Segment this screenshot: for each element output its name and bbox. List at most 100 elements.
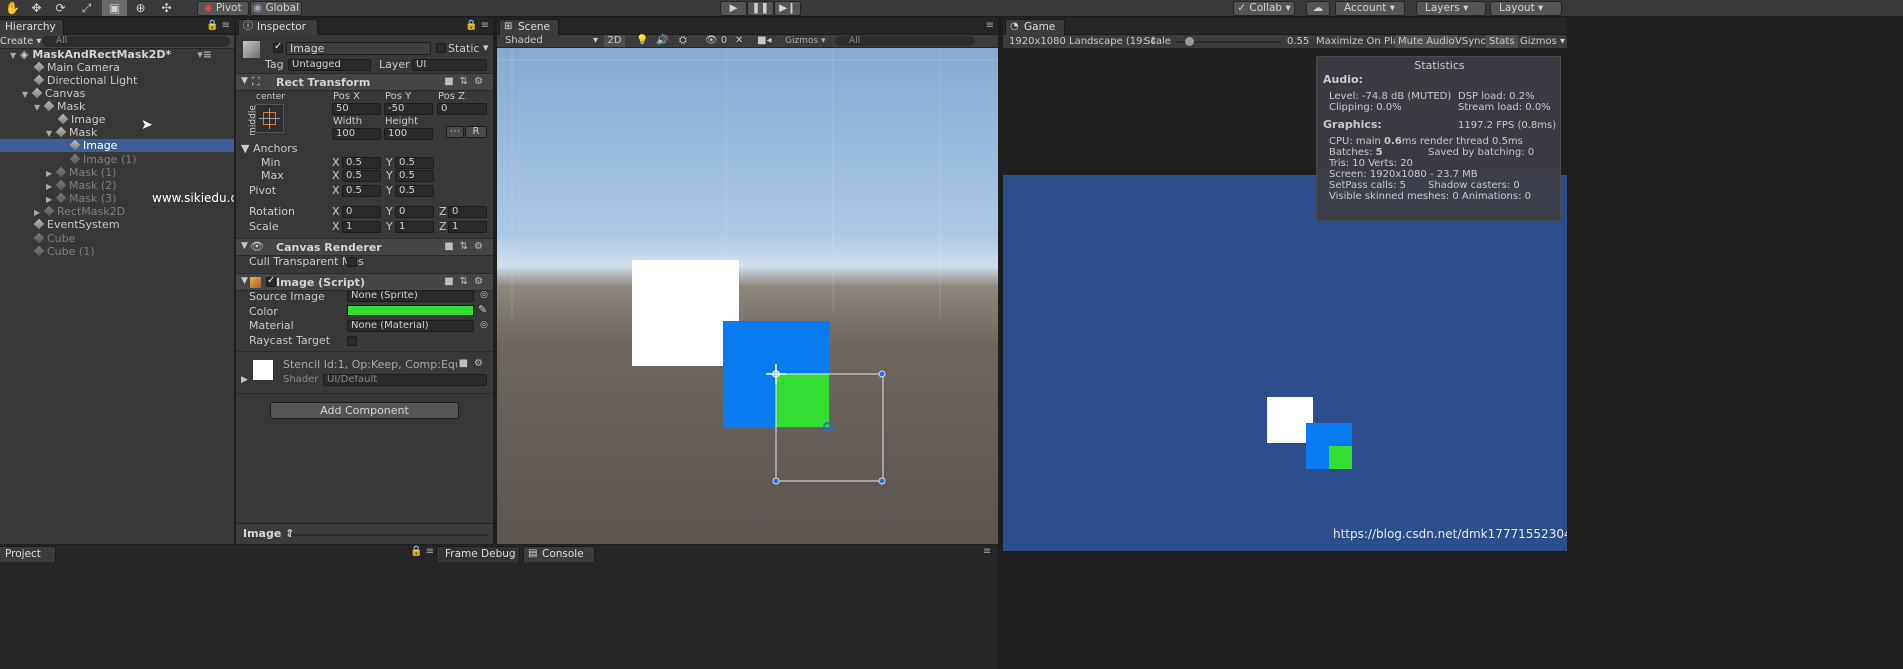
pause-button[interactable]: ❚❚ <box>747 1 774 16</box>
rect-transform-header[interactable]: ▼ ⛶ Rect Transform ■⇅⚙ <box>236 73 493 91</box>
custom-tool-icon[interactable]: ✣ <box>154 0 179 16</box>
green-image[interactable] <box>776 374 829 427</box>
hierarchy-item[interactable]: ▼ Mask <box>46 126 97 139</box>
global-toggle[interactable]: ◉ Global <box>250 1 302 16</box>
hierarchy-item-selected[interactable]: Image <box>69 139 117 152</box>
gizmos-dropdown[interactable]: Gizmos ▾ <box>785 35 826 47</box>
anchor-max-y-field[interactable]: 0.5 <box>395 170 434 182</box>
rect-handle[interactable] <box>878 370 886 378</box>
panel-menu-icon[interactable]: 🔒 ≡ <box>410 546 434 557</box>
height-field[interactable]: 100 <box>384 128 433 140</box>
active-checkbox[interactable] <box>273 41 283 53</box>
maximize-on-play-toggle[interactable]: Maximize On Play <box>1316 36 1405 48</box>
pivot-x-field[interactable]: 0.5 <box>342 185 381 197</box>
cloud-icon[interactable]: ☁ <box>1306 1 1330 16</box>
eyedropper-icon[interactable]: ✎ <box>478 303 487 316</box>
hierarchy-item[interactable]: EventSystem <box>33 218 120 231</box>
rotation-x-field[interactable]: 0 <box>342 206 381 218</box>
image-enabled-checkbox[interactable] <box>266 275 276 287</box>
tab-console[interactable]: ▤ Console <box>523 546 595 562</box>
hierarchy-item[interactable]: Image (1) <box>69 153 137 166</box>
anchor-preset-button[interactable] <box>255 104 284 133</box>
rect-handle[interactable] <box>772 477 780 485</box>
hierarchy-search-input[interactable]: All <box>42 36 230 47</box>
transform-tool-icon[interactable]: ⊕ <box>128 0 153 16</box>
canvas-renderer-header[interactable]: ▼ 👁 Canvas Renderer ■⇅⚙ <box>236 238 493 256</box>
material-field[interactable]: None (Material) <box>347 320 474 332</box>
scale-z-field[interactable]: 1 <box>448 221 487 233</box>
tools-icon[interactable]: ✕ <box>735 35 743 46</box>
object-name-field[interactable]: Image <box>286 42 431 55</box>
tag-dropdown[interactable]: Untagged <box>288 59 371 71</box>
object-picker-icon[interactable]: ◎ <box>480 289 488 302</box>
scene-viewport[interactable] <box>497 48 998 544</box>
tab-frame-debug[interactable]: Frame Debug <box>436 546 520 562</box>
hierarchy-item[interactable]: ▶ Mask (1) <box>46 166 116 179</box>
panel-menu-icon[interactable]: ≡ <box>983 546 991 557</box>
tab-game[interactable]: ◔ Game <box>1005 19 1065 35</box>
anchor-min-y-field[interactable]: 0.5 <box>395 157 434 169</box>
rotate-tool-icon[interactable]: ⟳ <box>48 0 73 16</box>
posx-field[interactable]: 50 <box>332 103 381 115</box>
play-button[interactable]: ▶ <box>720 1 747 16</box>
hierarchy-item[interactable]: ▶ RectMask2D <box>34 205 125 218</box>
rect-handle[interactable] <box>878 477 886 485</box>
white-image[interactable] <box>632 260 739 366</box>
material-foldout-icon[interactable]: ▶ <box>241 374 248 387</box>
collab-dropdown[interactable]: ✓ Collab ▾ <box>1233 1 1295 16</box>
scene-root-row[interactable]: ▼ ◈ MaskAndRectMask2D* ▾≡ <box>10 48 234 61</box>
hand-tool-icon[interactable]: ✋ <box>0 0 25 16</box>
panel-menu-icon[interactable]: 🔒 ≡ <box>206 20 230 31</box>
layer-dropdown[interactable]: UI <box>412 59 487 71</box>
component-settings-icon[interactable]: ■⇅⚙ <box>444 276 489 287</box>
game-gizmos-dropdown[interactable]: Gizmos ▾ <box>1520 36 1565 48</box>
rect-tool-icon[interactable]: ▣ <box>102 0 127 16</box>
step-button[interactable]: ▶❙ <box>774 1 801 16</box>
shading-dropdown[interactable]: Shaded ▾ <box>505 35 598 47</box>
hierarchy-item[interactable]: ▶ Mask (3) <box>46 192 116 205</box>
static-dropdown-icon[interactable]: ▾ <box>483 41 489 54</box>
effects-toggle-icon[interactable]: ⛭ <box>679 35 687 46</box>
hierarchy-item[interactable]: Directional Light <box>33 74 137 87</box>
posy-field[interactable]: -50 <box>384 103 433 115</box>
hierarchy-item[interactable]: ▼ Canvas <box>22 87 85 100</box>
image-script-header[interactable]: ▼ Image (Script) ■⇅⚙ <box>236 273 493 291</box>
posz-field[interactable]: 0 <box>437 103 487 115</box>
color-swatch[interactable] <box>347 305 474 316</box>
scene-search-input[interactable]: All <box>835 36 975 46</box>
hierarchy-item[interactable]: ▼ Mask <box>34 100 85 113</box>
tab-project[interactable]: Project <box>0 546 56 562</box>
hierarchy-item[interactable]: Main Camera <box>33 61 120 74</box>
rotation-z-field[interactable]: 0 <box>448 206 487 218</box>
source-image-field[interactable]: None (Sprite) <box>347 290 474 302</box>
resolution-dropdown[interactable]: 1920x1080 Landscape (19: ⇕ <box>1009 36 1157 48</box>
raycast-target-checkbox[interactable] <box>347 336 357 346</box>
static-checkbox[interactable] <box>436 43 446 53</box>
move-tool-icon[interactable]: ✥ <box>24 0 49 16</box>
preview-splitter[interactable] <box>291 534 488 536</box>
mute-audio-toggle[interactable]: Mute Audio <box>1395 35 1458 48</box>
audio-toggle-icon[interactable]: 🔊 <box>656 35 668 46</box>
account-dropdown[interactable]: Account ▾ <box>1335 1 1405 16</box>
anchor-max-x-field[interactable]: 0.5 <box>342 170 381 182</box>
hierarchy-item[interactable]: Image <box>57 113 105 126</box>
rotation-y-field[interactable]: 0 <box>395 206 434 218</box>
component-settings-icon[interactable]: ■⇅⚙ <box>444 76 489 87</box>
preview-label[interactable]: Image ⇕ <box>243 527 294 540</box>
lighting-toggle-icon[interactable]: 💡 <box>636 35 648 46</box>
hierarchy-item[interactable]: Cube (1) <box>33 245 94 258</box>
pivot-toggle[interactable]: ◆ Pivot <box>197 1 249 16</box>
anchor-min-x-field[interactable]: 0.5 <box>342 157 381 169</box>
raw-edit-button[interactable]: R <box>465 126 487 138</box>
panel-menu-icon[interactable]: ≡ <box>986 20 994 31</box>
create-dropdown[interactable]: Create ▾ <box>0 35 41 48</box>
2d-toggle[interactable]: 2D <box>604 35 625 47</box>
object-picker-icon[interactable]: ◎ <box>480 319 488 332</box>
tab-inspector[interactable]: ⓘ Inspector <box>238 19 318 35</box>
cull-transparent-checkbox[interactable] <box>347 257 357 267</box>
shader-dropdown[interactable]: UI/Default <box>323 374 487 386</box>
blueprint-mode-button[interactable]: ⋯ <box>446 126 464 138</box>
scale-y-field[interactable]: 1 <box>395 221 434 233</box>
width-field[interactable]: 100 <box>332 128 381 140</box>
panel-menu-icon[interactable]: 🔒 ≡ <box>465 20 489 31</box>
